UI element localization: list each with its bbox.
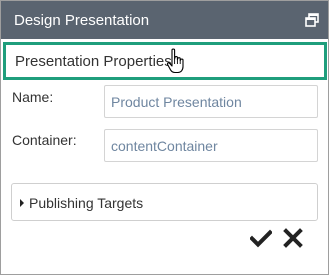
restore-window-icon[interactable] (305, 13, 319, 27)
caret-right-icon (20, 199, 24, 207)
checkmark-icon[interactable] (250, 227, 272, 249)
publishing-targets-label: Publishing Targets (29, 195, 144, 211)
dialog-title: Design Presentation (14, 12, 150, 29)
design-presentation-dialog: Design Presentation Presentation Propert… (0, 0, 329, 275)
presentation-properties-header[interactable]: Presentation Properties (3, 42, 327, 80)
publishing-targets-section[interactable]: Publishing Targets (11, 183, 318, 221)
name-field[interactable] (104, 85, 318, 118)
container-field[interactable] (104, 129, 318, 162)
section-label: Presentation Properties (15, 53, 172, 70)
dialog-titlebar: Design Presentation (1, 1, 328, 39)
container-label: Container: (12, 132, 77, 148)
close-icon[interactable] (282, 227, 304, 249)
hand-pointer-icon (166, 48, 184, 74)
name-label: Name: (12, 89, 54, 105)
